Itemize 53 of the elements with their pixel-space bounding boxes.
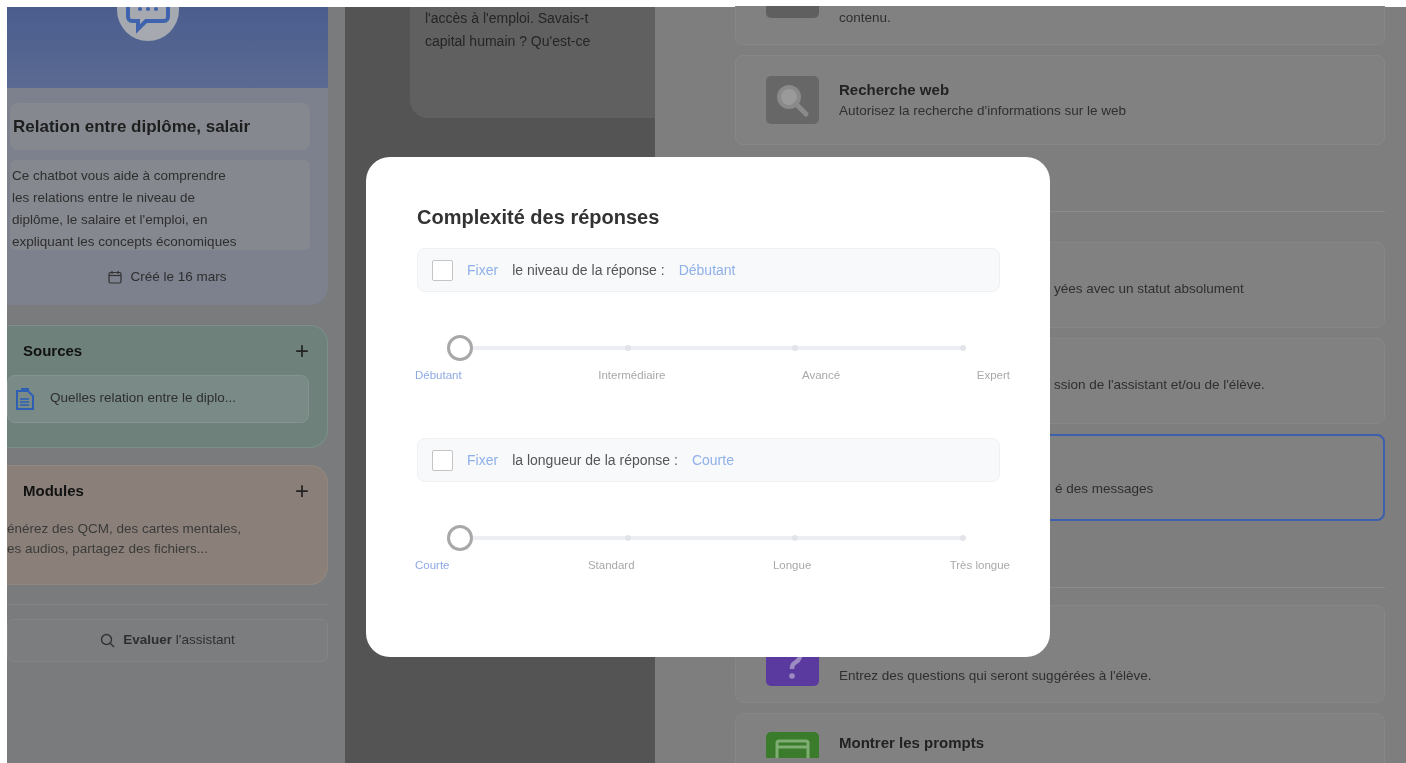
modal-title: Complexité des réponses: [417, 205, 661, 230]
slider-option[interactable]: Expert: [976, 367, 1010, 385]
setting-description: contenu.: [839, 9, 891, 27]
setting-card[interactable]: Montrer les prompts: [735, 713, 1385, 763]
setting-card[interactable]: Recherche web Autorisez la recherche d'informations sur le web: [735, 55, 1385, 145]
slider-option[interactable]: Standard: [587, 557, 635, 575]
message-line: capital humain ? Qu'est-ce: [425, 32, 592, 51]
fix-label: Fixer: [467, 450, 499, 470]
description-line: diplôme, le salaire et l'emploi, en: [12, 211, 209, 229]
assistant-title: Relation entre diplôme, salair: [10, 103, 310, 150]
setting-description: Entrez des questions qui seront suggérées à l'élève.: [839, 666, 1152, 685]
fix-label: Fixer: [467, 260, 499, 280]
tile-icon: [766, 6, 819, 18]
search-icon: [100, 633, 116, 648]
source-title: Quelles relation entre le diplo...: [50, 389, 237, 408]
description-line: les relations entre le niveau de: [12, 189, 197, 207]
setting-value: Débutant: [678, 260, 736, 280]
window-icon: [766, 732, 819, 758]
add-button[interactable]: +: [295, 341, 309, 362]
description-line: énérez des QCM, des cartes mentales,: [7, 519, 243, 538]
slider-thumb[interactable]: [447, 525, 473, 551]
slider-option[interactable]: Intermédiaire: [598, 367, 666, 385]
setting-description: yées avec un statut absolument: [1054, 279, 1244, 298]
slider-option[interactable]: Avancé: [802, 367, 841, 385]
setting-description: é des messages: [1055, 479, 1154, 498]
description-line: Ce chatbot vous aide à comprendre: [12, 167, 227, 185]
setting-label: le niveau de la réponse :: [512, 260, 665, 280]
setting-label: la longueur de la réponse :: [512, 450, 678, 470]
description-line: es audios, partagez des fichiers...: [7, 539, 210, 558]
setting-card[interactable]: contenu.: [735, 6, 1385, 45]
setting-description: Autorisez la recherche d'informations sur le web: [839, 102, 1126, 121]
document-icon: [14, 386, 36, 411]
checkbox[interactable]: [432, 259, 453, 281]
section-title: Modules: [23, 481, 84, 501]
slider-option[interactable]: Très longue: [949, 557, 1010, 575]
add-button[interactable]: +: [295, 481, 309, 502]
slider-option[interactable]: Longue: [772, 557, 812, 575]
search-icon: [766, 76, 819, 124]
checkbox[interactable]: [432, 449, 453, 471]
evaluate-button[interactable]: Evaluer l'assistant: [7, 619, 328, 662]
setting-value: Courte: [691, 450, 734, 470]
slider-option[interactable]: Courte: [415, 557, 450, 575]
calendar-icon: [108, 269, 123, 284]
message-line: l'accès à l'emploi. Savais-t: [425, 9, 590, 28]
slider-option[interactable]: Débutant: [415, 367, 462, 385]
description-line: expliquant les concepts économiques: [12, 233, 238, 250]
setting-title: Recherche web: [839, 79, 951, 100]
section-title: Sources: [23, 341, 83, 361]
slider-thumb[interactable]: [447, 335, 473, 361]
setting-description: ssion de l'assistant et/ou de l'élève.: [1054, 375, 1265, 394]
creation-date: Créé le 16 mars: [130, 267, 227, 286]
source-item[interactable]: Quelles relation entre le diplo...: [7, 374, 309, 423]
setting-title: Montrer les prompts: [839, 733, 985, 753]
